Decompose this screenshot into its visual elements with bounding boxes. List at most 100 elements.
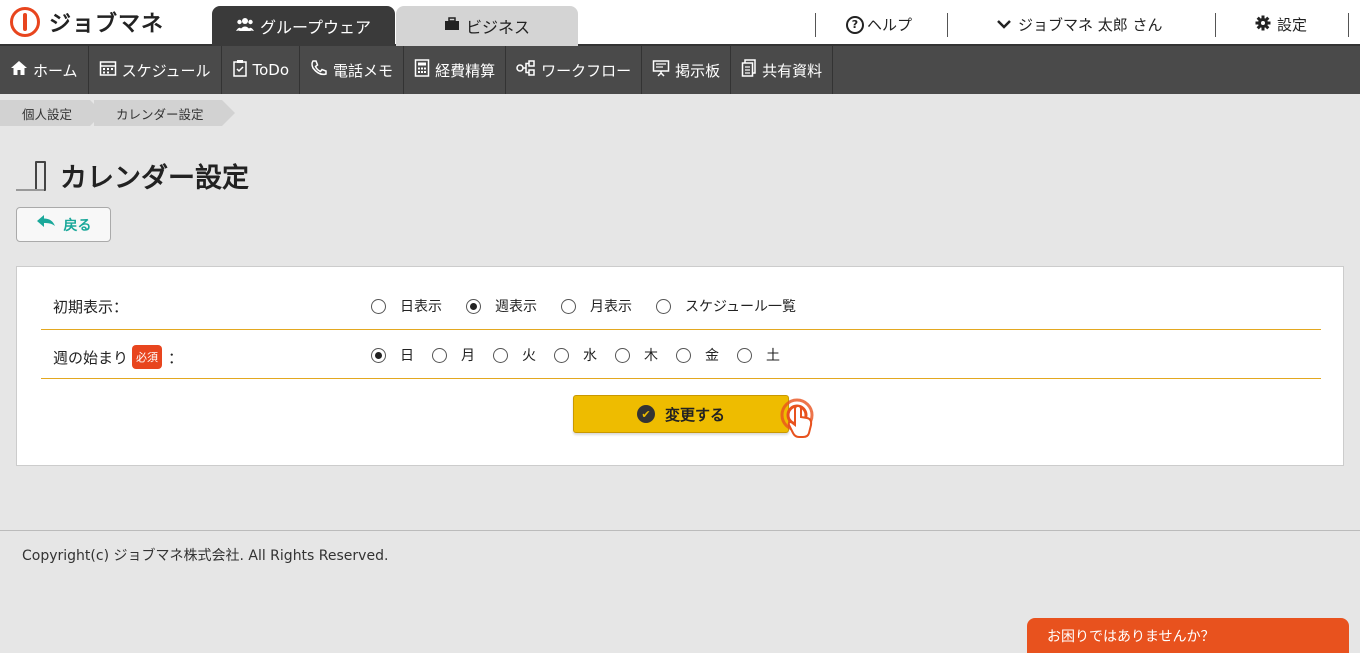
tab-label: グループウェア [259,18,372,37]
field-label: 週の始まり [53,348,129,367]
radio-option-thursday[interactable]: 木 [615,345,658,365]
settings-link[interactable]: 設定 [1255,14,1307,35]
radio-button[interactable] [554,347,569,363]
option-label: スケジュール一覧 [685,299,797,315]
logo-icon [10,7,40,37]
radio-button[interactable] [432,347,447,363]
week-start-options: 日 月 火 水 木 金 土 [371,345,798,365]
radio-option-month-view[interactable]: 月表示 [561,296,632,316]
divider [1215,13,1216,37]
settings-form: 初期表示： 日表示 週表示 月表示 スケジュール一覧 週の始まり 必須 ： 日 … [16,266,1344,466]
radio-button[interactable] [561,298,576,314]
briefcase-icon [444,17,460,35]
initial-display-options: 日表示 週表示 月表示 スケジュール一覧 [371,296,820,316]
menu-item-schedule[interactable]: スケジュール [89,46,222,94]
menu-item-expenses[interactable]: 経費精算 [404,46,507,94]
menu-label: ホーム [33,61,78,80]
tab-business[interactable]: ビジネス [396,6,578,46]
tap-hand-icon [777,395,825,443]
page-title-text: カレンダー設定 [60,163,249,194]
breadcrumb-item-personal-settings[interactable]: 個人設定 [0,100,104,126]
radio-option-wednesday[interactable]: 水 [554,345,597,365]
radio-option-monday[interactable]: 月 [432,345,475,365]
help-link[interactable]: ? ヘルプ [846,14,912,35]
option-label: 日 [400,348,414,364]
radio-option-sunday[interactable]: 日 [371,345,414,365]
menu-label: 電話メモ [333,61,394,80]
radio-button[interactable] [466,298,481,314]
reply-arrow-icon [36,214,56,235]
menu-item-shared-documents[interactable]: 共有資料 [731,46,834,94]
field-label: 初期表示： [53,298,129,316]
breadcrumb: 個人設定 カレンダー設定 [0,100,234,126]
radio-button[interactable] [656,298,671,314]
option-label: 日表示 [400,299,442,315]
menu-label: ToDo [252,61,290,79]
radio-button[interactable] [493,347,508,363]
divider [947,13,948,37]
tab-label: ビジネス [465,18,530,37]
calculator-icon [414,59,430,81]
copyright: Copyright(c) ジョブマネ株式会社. All Rights Reser… [22,548,389,564]
help-label: ヘルプ [867,16,913,34]
radio-option-tuesday[interactable]: 火 [493,345,536,365]
divider [1348,13,1349,37]
help-icon: ? [846,15,864,34]
option-label: 木 [644,348,658,364]
radio-button[interactable] [737,347,752,363]
settings-label: 設定 [1277,16,1308,34]
documents-icon [741,59,757,81]
week-start-row: 週の始まり 必須 ： 日 月 火 水 木 金 土 [41,331,1321,379]
option-label: 火 [522,348,536,364]
radio-option-week-view[interactable]: 週表示 [466,296,537,316]
menu-item-home[interactable]: ホーム [0,46,89,94]
radio-button[interactable] [371,298,386,314]
option-label: 金 [705,348,719,364]
radio-button[interactable] [676,347,691,363]
breadcrumb-label: 個人設定 [22,106,73,122]
initial-display-row: 初期表示： 日表示 週表示 月表示 スケジュール一覧 [41,282,1321,330]
menu-label: 掲示板 [675,61,721,80]
divider [815,13,816,37]
radio-option-saturday[interactable]: 土 [737,345,780,365]
clipboard-icon [232,59,248,81]
change-button[interactable]: ✔ 変更する [573,395,789,433]
page-title: カレンダー設定 [16,156,249,195]
field-colon: ： [168,348,184,367]
breadcrumb-item-calendar-settings: カレンダー設定 [94,100,234,126]
required-badge: 必須 [132,345,163,369]
radio-button[interactable] [615,347,630,363]
menu-label: ワークフロー [541,61,632,80]
menu-item-bulletin-board[interactable]: 掲示板 [642,46,732,94]
back-button[interactable]: 戻る [16,207,111,242]
option-label: 週表示 [495,299,537,315]
radio-button[interactable] [371,347,386,363]
footer-divider [0,530,1360,531]
option-label: 土 [766,348,780,364]
radio-option-schedule-list[interactable]: スケジュール一覧 [656,296,796,316]
back-label: 戻る [63,217,92,234]
radio-option-friday[interactable]: 金 [676,345,719,365]
logo-text: ジョブマネ [49,12,165,37]
logo[interactable]: ジョブマネ [10,6,164,38]
menu-label: 共有資料 [762,61,823,80]
user-name: ジョブマネ 太郎 さん [1018,16,1163,34]
user-menu[interactable]: ジョブマネ 太郎 さん [996,14,1163,35]
menu-label: スケジュール [121,61,211,80]
change-button-label: 変更する [664,405,725,424]
menu-item-todo[interactable]: ToDo [222,46,301,94]
menu-item-phone-memo[interactable]: 電話メモ [300,46,405,94]
radio-option-day-view[interactable]: 日表示 [371,296,442,316]
help-chat-widget[interactable]: お困りではありませんか？ [1027,618,1349,653]
help-chat-label: お困りではありませんか？ [1047,628,1215,645]
chevron-down-icon [996,16,1012,34]
main-menu: ホーム スケジュール ToDo 電話メモ 経費精算 ワークフロー 掲示板 共有資… [0,46,1360,94]
menu-item-workflow[interactable]: ワークフロー [506,46,643,94]
calendar-icon [99,59,117,81]
tab-groupware[interactable]: グループウェア [212,6,395,46]
gear-icon [1255,15,1271,35]
check-circle-icon: ✔ [636,405,655,423]
menu-label: 経費精算 [435,61,496,80]
phone-icon [310,59,328,81]
top-bar: ジョブマネ グループウェア ビジネス ? ヘルプ ジョブマネ 太郎 さん 設定 [0,0,1360,46]
